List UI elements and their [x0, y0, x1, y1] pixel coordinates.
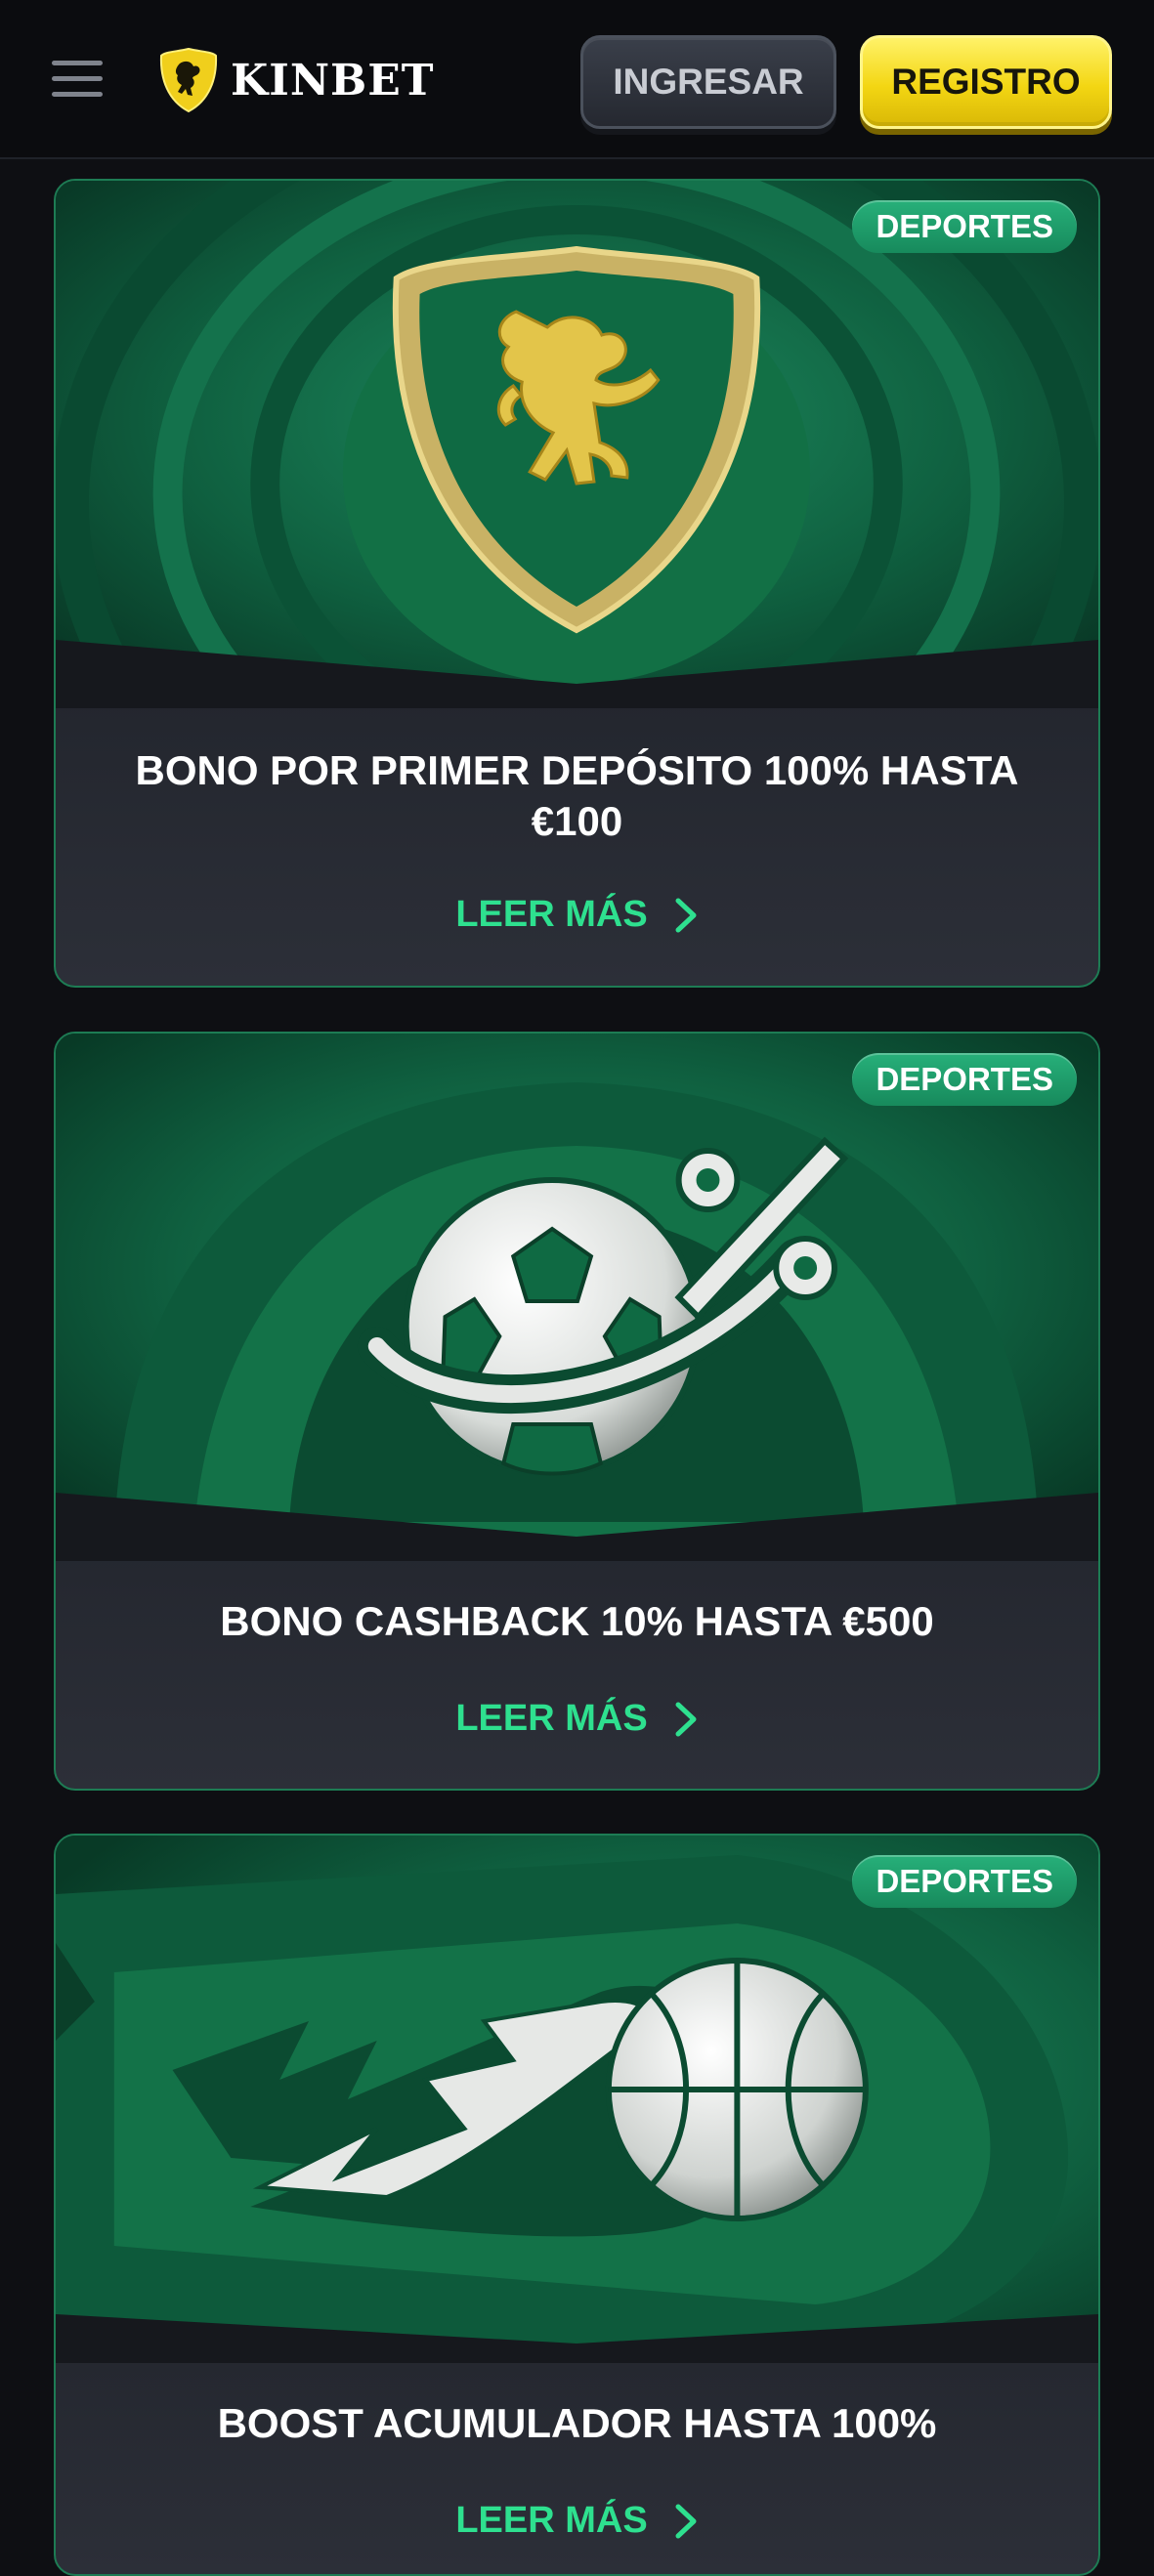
- promo-banner-image: [56, 1034, 1098, 1561]
- read-more-label: LEER MÁS: [455, 1698, 648, 1739]
- read-more-label: LEER MÁS: [455, 894, 648, 935]
- register-button[interactable]: REGISTRO: [860, 35, 1112, 129]
- brand-name: KINBET: [231, 55, 435, 106]
- category-badge: DEPORTES: [852, 200, 1077, 253]
- login-button[interactable]: INGRESAR: [580, 35, 836, 129]
- promo-banner-image: [56, 181, 1098, 708]
- chevron-right-icon: [675, 1702, 697, 1736]
- promo-card[interactable]: DEPORTES BONO POR PRIMER DEPÓSITO 100% H…: [54, 179, 1100, 988]
- read-more-link[interactable]: LEER MÁS: [56, 1698, 1098, 1740]
- promo-title: BONO POR PRIMER DEPÓSITO 100% HASTA €100: [135, 747, 1019, 844]
- brand-logo[interactable]: KINBET: [158, 45, 435, 115]
- read-more-label: LEER MÁS: [455, 2500, 648, 2541]
- chevron-right-icon: [675, 2504, 697, 2538]
- read-more-link[interactable]: LEER MÁS: [56, 2500, 1098, 2542]
- hamburger-menu-icon[interactable]: [49, 57, 107, 102]
- promo-banner-image: [56, 1836, 1098, 2363]
- read-more-link[interactable]: LEER MÁS: [56, 894, 1098, 936]
- category-badge: DEPORTES: [852, 1855, 1077, 1908]
- promo-card[interactable]: DEPORTES BOOST ACUMULADOR HASTA 100% LEE…: [54, 1834, 1100, 2576]
- promo-title: BOOST ACUMULADOR HASTA 100%: [217, 2400, 937, 2446]
- lion-shield-logo-icon: [159, 47, 218, 113]
- category-badge: DEPORTES: [852, 1053, 1077, 1106]
- promo-title: BONO CASHBACK 10% HASTA €500: [220, 1598, 934, 1644]
- promo-card[interactable]: DEPORTES BONO CASHBACK 10% HASTA €500 LE…: [54, 1032, 1100, 1791]
- chevron-right-icon: [675, 898, 697, 932]
- top-header: KINBET INGRESAR REGISTRO: [0, 0, 1154, 159]
